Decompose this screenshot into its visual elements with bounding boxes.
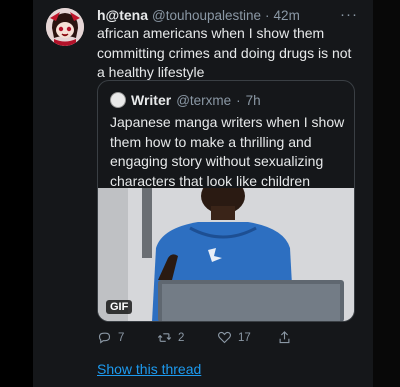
share-button[interactable] bbox=[277, 330, 337, 345]
heart-icon bbox=[218, 331, 231, 344]
gif-frame-image bbox=[98, 188, 354, 321]
reply-count: 7 bbox=[118, 331, 125, 344]
right-edge-shadow bbox=[373, 0, 400, 387]
quoted-author-name: Writer bbox=[131, 92, 172, 108]
tweet-header: h@tena @touhoupalestine · 42m bbox=[97, 7, 360, 23]
retweet-button[interactable]: 2 bbox=[157, 330, 217, 345]
quoted-tweet[interactable]: Writer @terxme · 7h Japanese manga write… bbox=[97, 80, 355, 322]
gif-media[interactable]: GIF bbox=[98, 188, 354, 321]
show-thread-link[interactable]: Show this thread bbox=[97, 361, 201, 377]
tweet-text: african americans when I show them commi… bbox=[97, 25, 352, 80]
tweet-actions: 7 2 17 bbox=[97, 330, 337, 345]
tweet-time[interactable]: 42m bbox=[274, 8, 300, 23]
reply-button[interactable]: 7 bbox=[97, 330, 157, 345]
like-button[interactable]: 17 bbox=[217, 330, 277, 345]
quoted-tweet-header: Writer @terxme · 7h bbox=[110, 92, 261, 108]
avatar[interactable] bbox=[46, 8, 84, 46]
avatar-image bbox=[46, 8, 84, 46]
author-handle[interactable]: @touhoupalestine bbox=[152, 8, 261, 23]
retweet-icon bbox=[157, 333, 172, 342]
retweet-count: 2 bbox=[178, 331, 185, 344]
like-count: 17 bbox=[238, 331, 251, 344]
more-options-icon[interactable]: ··· bbox=[340, 6, 358, 23]
quoted-avatar bbox=[110, 92, 126, 108]
author-name[interactable]: h@tena bbox=[97, 7, 148, 23]
quoted-tweet-text: Japanese manga writers when I show them … bbox=[110, 114, 345, 189]
quoted-separator-dot: · bbox=[236, 92, 241, 108]
quoted-time: 7h bbox=[245, 92, 261, 108]
gif-badge: GIF bbox=[106, 300, 133, 314]
reply-icon bbox=[98, 332, 111, 344]
separator-dot: · bbox=[265, 8, 270, 23]
quoted-author-handle: @terxme bbox=[176, 92, 232, 108]
share-icon bbox=[279, 331, 290, 344]
